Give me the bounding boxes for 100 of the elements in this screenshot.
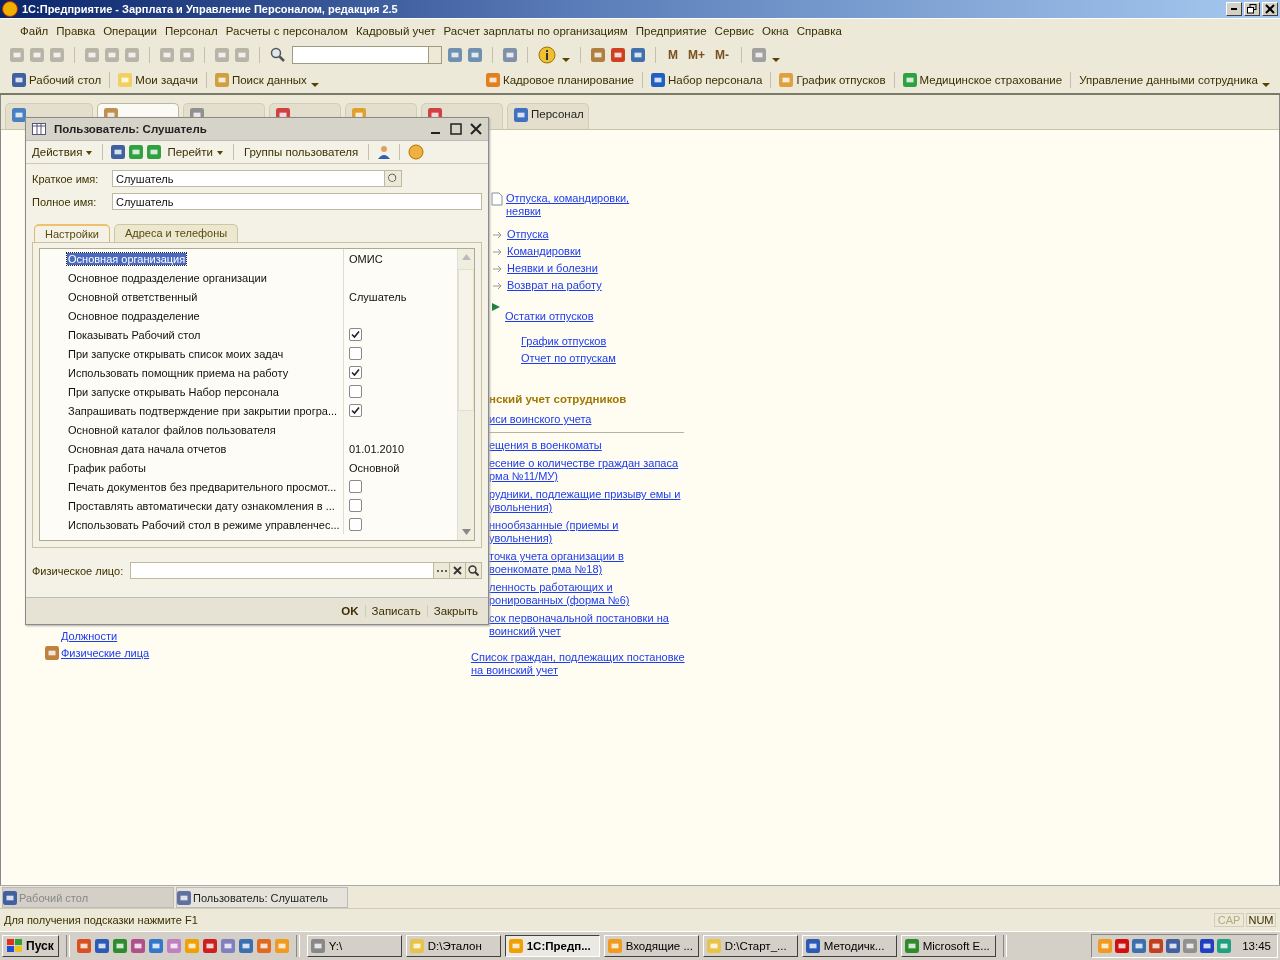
menu-item[interactable]: Расчет зарплаты по организациям [439, 25, 632, 37]
toolbar-button[interactable]: График отпусков [777, 73, 888, 87]
setting-name[interactable]: Основная организация [67, 252, 187, 265]
link[interactable]: точка учета организации в военкомате рма №18) [489, 550, 684, 576]
link[interactable]: Отпуска, командировки, неявки [506, 192, 646, 218]
dropdown-arrow-icon[interactable] [772, 58, 780, 62]
dropdown-arrow-icon[interactable] [1262, 83, 1270, 87]
taskbar-button[interactable]: Y:\ [306, 935, 402, 957]
dialog-button[interactable]: OK [335, 605, 365, 617]
checkbox[interactable] [349, 480, 362, 493]
link[interactable]: Отчет по отпускам [521, 352, 616, 365]
dropdown-arrow-icon[interactable] [562, 58, 570, 62]
search-field[interactable] [292, 46, 442, 64]
setting-name[interactable]: Использовать Рабочий стол в режиме управленчес... [67, 518, 341, 531]
link[interactable]: ленность работающих и ронированных (форма №6) [489, 581, 684, 607]
link[interactable]: Неявки и болезни [507, 262, 598, 275]
clear-button[interactable] [450, 562, 466, 579]
setting-name[interactable]: Проставлять автоматически дату ознакомления в ... [67, 499, 336, 512]
toolbar-button[interactable]: Поиск данных [212, 73, 309, 87]
search-icon[interactable] [384, 171, 401, 186]
link[interactable]: иси воинского учета [489, 413, 592, 426]
link[interactable]: Список граждан, подлежащих постановке на воинский учет [471, 651, 691, 677]
setting-name[interactable]: Основная дата начала отчетов [67, 442, 228, 455]
setting-name[interactable]: Основной каталог файлов пользователя [67, 423, 277, 436]
link[interactable]: есение о количестве граждан запаса рма №11/МУ) [489, 457, 684, 483]
memory-button[interactable]: M+ [686, 48, 707, 62]
setting-name[interactable]: Показывать Рабочий стол [67, 328, 202, 341]
tab[interactable]: Настройки [34, 224, 110, 242]
menu-item[interactable]: Файл [16, 25, 53, 37]
link[interactable]: Командировки [507, 245, 581, 258]
checkbox[interactable] [349, 347, 362, 360]
link[interactable]: ещения в военкоматы [489, 439, 602, 452]
menu-item[interactable]: Справка [792, 25, 846, 37]
link[interactable]: сок первоначальной постановки на воинский учет [489, 612, 684, 638]
taskbar-button[interactable]: Microsoft E... [900, 935, 996, 957]
close-icon[interactable] [470, 123, 482, 135]
link[interactable]: Возврат на работу [507, 279, 602, 292]
menu-item[interactable]: Операции [99, 25, 161, 37]
toolbar-button[interactable]: Набор персонала [648, 73, 765, 87]
checkbox[interactable] [349, 328, 362, 341]
menu-item[interactable]: Правка [52, 25, 100, 37]
memory-button[interactable]: M- [713, 48, 731, 62]
checkbox[interactable] [349, 518, 362, 531]
text-field[interactable]: Слушатель [112, 193, 482, 210]
setting-name[interactable]: При запуске открывать Набор персонала [67, 385, 280, 398]
checkbox[interactable] [349, 385, 362, 398]
goto-menu-button[interactable]: Перейти [165, 146, 225, 158]
setting-name[interactable]: Печать документов без предварительного просмот... [67, 480, 338, 493]
setting-name[interactable]: Использовать помощник приема на работу [67, 366, 290, 379]
person-icon[interactable] [377, 145, 392, 159]
text-field[interactable]: Слушатель [112, 170, 402, 187]
window-tab[interactable]: Пользователь: Слушатель [176, 887, 348, 908]
select-button[interactable] [434, 562, 450, 579]
scroll-down-icon[interactable] [461, 529, 471, 535]
start-button[interactable]: Пуск [2, 935, 59, 957]
checkbox[interactable] [349, 366, 362, 379]
checkbox[interactable] [349, 499, 362, 512]
toolbar-button[interactable]: Медицинское страхование [900, 73, 1065, 87]
menu-item[interactable]: Сервис [710, 25, 758, 37]
maximize-icon[interactable] [450, 123, 462, 135]
taskbar-button[interactable]: Входящие ... [603, 935, 699, 957]
link[interactable]: Физические лица [61, 646, 150, 660]
taskbar-button[interactable]: Методичк... [801, 935, 897, 957]
checkbox[interactable] [349, 404, 362, 417]
link[interactable]: График отпусков [521, 335, 607, 348]
toolbar-button[interactable]: Кадровое планирование [483, 73, 636, 87]
search-button[interactable] [466, 562, 482, 579]
setting-name[interactable]: Основной ответственный [67, 290, 199, 303]
minimize-button[interactable] [1226, 2, 1242, 16]
scrollbar[interactable] [457, 249, 474, 540]
link[interactable]: Отпуска [507, 228, 549, 241]
restore-button[interactable] [1244, 2, 1260, 16]
setting-name[interactable]: При запуске открывать список моих задач [67, 347, 285, 360]
link[interactable]: рудники, подлежащие призыву емы и увольнения) [489, 488, 684, 514]
menu-item[interactable]: Расчеты с персоналом [221, 25, 352, 37]
taskbar-button[interactable]: 1С:Предп... [504, 935, 600, 957]
close-button[interactable] [1262, 2, 1278, 16]
link[interactable]: Должности [61, 630, 118, 643]
menu-item[interactable]: Окна [758, 25, 793, 37]
section-tab[interactable]: Персонал [507, 103, 589, 129]
toolbar-button[interactable]: Группы пользователя [241, 146, 361, 158]
menu-item[interactable]: Кадровый учет [351, 25, 440, 37]
taskbar-button[interactable]: D:\Старт_... [702, 935, 798, 957]
link[interactable]: ннообязанные (приемы и увольнения) [489, 519, 684, 545]
toolbar-button[interactable]: Рабочий стол [10, 73, 104, 87]
text-field[interactable] [130, 562, 434, 579]
setting-name[interactable]: Основное подразделение [67, 309, 201, 322]
setting-name[interactable]: Основное подразделение организации [67, 271, 268, 284]
search-icon[interactable] [270, 47, 286, 63]
tab[interactable]: Адреса и телефоны [113, 224, 239, 242]
taskbar-button[interactable]: D:\Эталон [405, 935, 501, 957]
dropdown-arrow-icon[interactable] [310, 83, 319, 87]
dialog-button[interactable]: Записать [364, 605, 427, 617]
memory-button[interactable]: M [666, 48, 680, 62]
actions-menu-button[interactable]: Действия [30, 146, 95, 158]
setting-name[interactable]: График работы [67, 461, 147, 474]
toolbar-button[interactable]: Управление данными сотрудника [1077, 74, 1260, 86]
menu-item[interactable]: Персонал [160, 25, 222, 37]
link[interactable]: Остатки отпусков [505, 310, 594, 323]
dialog-button[interactable]: Закрыть [426, 605, 484, 617]
